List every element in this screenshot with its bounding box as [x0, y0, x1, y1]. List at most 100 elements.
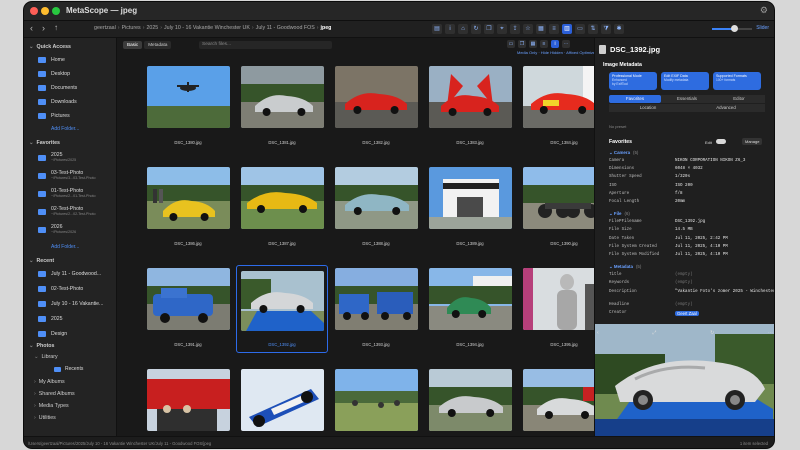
search-input[interactable]: Search files... — [199, 41, 332, 49]
sidebar-toggle-icon[interactable]: ▤ — [432, 24, 442, 34]
sort-icon[interactable]: ⇅ — [588, 24, 598, 34]
settings-icon[interactable]: ✱ — [614, 24, 624, 34]
sidebar-item-recents[interactable]: Recents — [54, 366, 83, 372]
thumbnail-image[interactable] — [429, 268, 512, 330]
gear-icon[interactable]: ⚙ — [760, 5, 768, 16]
metadata-value[interactable]: 1/320s — [675, 175, 690, 179]
info-icon[interactable]: i — [445, 24, 455, 34]
professional-mode-card[interactable]: Professional Mode Enhanced by ExifTool — [609, 72, 657, 90]
metadata-group-header[interactable]: ⌄ Metadata (5) — [609, 264, 641, 270]
thumbnail-image[interactable] — [335, 268, 418, 330]
metadata-value[interactable]: DSC_1392.jpg — [675, 220, 705, 224]
thumbnail-cell[interactable]: DSC_1393.jpg — [332, 267, 420, 353]
thumbnail-cell[interactable]: DSC_1387.jpg — [238, 166, 326, 252]
breadcrumb-item[interactable]: July 11 - Goodwood FOS — [256, 25, 315, 31]
thumbnail-image[interactable] — [335, 167, 418, 229]
column-view-icon[interactable]: ▥ — [562, 24, 572, 34]
sidebar-item-recent[interactable]: Design — [38, 328, 112, 340]
metadata-value[interactable]: Jul 11, 2025, 2:42 PM — [675, 237, 728, 241]
map-icon[interactable]: ⌖ — [497, 24, 507, 34]
sidebar-item-recent[interactable]: 2025 — [38, 313, 112, 325]
tab-editor[interactable]: Editor — [713, 95, 765, 103]
metadata-value[interactable]: NIKON CORPORATION NIKON Z6_3 — [675, 159, 745, 163]
thumbnail-image[interactable] — [335, 369, 418, 431]
thumbnail-cell[interactable]: DSC_1382.jpg — [332, 65, 420, 151]
thumbnail-cell[interactable]: DSC_1389.jpg — [426, 166, 514, 252]
grid-icon[interactable]: ▦ — [529, 40, 537, 48]
more-icon[interactable]: ⋯ — [562, 40, 570, 48]
tab-essentials[interactable]: Essentials — [661, 95, 713, 103]
breadcrumb-item[interactable]: Pictures — [122, 25, 141, 31]
sidebar-item-favorite[interactable]: 01-Test-Photo ~/Pictures/2...01-Test-Phot… — [38, 188, 112, 200]
manage-button[interactable]: Manage — [742, 138, 763, 145]
minimize-window-button[interactable] — [41, 7, 49, 15]
close-window-button[interactable] — [30, 7, 38, 15]
metadata-value[interactable]: f/8 — [675, 192, 683, 196]
thumbnail-image[interactable] — [335, 66, 418, 128]
photos-group[interactable]: › My Albums — [34, 379, 65, 385]
sidebar-item-recent[interactable]: July 10 - 16 Vakantie... — [38, 298, 112, 310]
metadata-value[interactable]: Jul 11, 2025, 4:10 PM — [675, 245, 728, 249]
sidebar-item-recent[interactable]: 02-Test-Photo — [38, 283, 112, 295]
thumbnail-image[interactable] — [241, 167, 324, 229]
slider-knob[interactable] — [731, 25, 738, 32]
preview-fit-icon[interactable]: ⤢ — [652, 330, 656, 336]
duplicate-icon[interactable]: ❐ — [484, 24, 494, 34]
tag-icon[interactable]: ⌂ — [458, 24, 468, 34]
add-folder-button[interactable]: Add Folder... — [51, 126, 79, 132]
metadata-value[interactable]: Jul 11, 2025, 4:10 PM — [675, 253, 728, 257]
edit-toggle[interactable] — [716, 139, 726, 144]
thumbnail-cell[interactable]: DSC_1394.jpg — [426, 267, 514, 353]
up-arrow-icon[interactable]: ↑ — [54, 23, 58, 32]
sidebar-item-documents[interactable]: Documents — [38, 82, 112, 94]
sidebar-item-recent[interactable]: July 11 - Goodwood... — [38, 268, 112, 280]
breadcrumb-item[interactable]: 2025 — [146, 25, 158, 31]
folder-icon[interactable]: ▭ — [507, 40, 515, 48]
zoom-label[interactable]: Slider — [756, 25, 769, 31]
sidebar-item-desktop[interactable]: Desktop — [38, 68, 112, 80]
info-icon[interactable]: i — [551, 40, 559, 48]
metadata-value[interactable]: 20mm — [675, 200, 685, 204]
sidebar-item-pictures[interactable]: Pictures — [38, 110, 112, 122]
tab-advanced[interactable]: Advanced — [687, 104, 765, 112]
thumbnail-image[interactable] — [147, 66, 230, 128]
breadcrumb-item[interactable]: geertzaal — [94, 25, 116, 31]
preview-more-icon[interactable]: ⋯ — [768, 330, 773, 336]
photos-library[interactable]: ⌄ Library — [34, 354, 58, 360]
forward-arrow-icon[interactable]: › — [42, 23, 45, 33]
preview-rotate-icon[interactable]: ↻ — [710, 330, 714, 336]
section-favorites[interactable]: ⌄ Favorites — [29, 140, 60, 146]
rotate-icon[interactable]: ↻ — [471, 24, 481, 34]
supported-formats-card[interactable]: Supported Formats 100+ formats — [713, 72, 761, 90]
photos-group[interactable]: › Shared Albums — [34, 391, 75, 397]
metadata-value[interactable]: (empty) — [675, 281, 693, 285]
metadata-value[interactable]: (empty) — [675, 303, 693, 307]
photos-group[interactable]: › Media Types — [34, 403, 69, 409]
tab-location[interactable]: Location — [609, 104, 687, 112]
gallery-view-icon[interactable]: ▭ — [575, 24, 585, 34]
section-quick-access[interactable]: ⌄ Quick Access — [29, 44, 71, 50]
sidebar-item-favorite[interactable]: 2026 ~/Pictures/2026 — [38, 224, 112, 236]
breadcrumb-current[interactable]: jpeg — [321, 25, 332, 31]
photos-group[interactable]: › Utilities — [34, 415, 56, 421]
tab-favorites[interactable]: Favorites — [609, 95, 661, 103]
section-photos[interactable]: ⌄ Photos — [29, 343, 54, 349]
metadata-value[interactable]: ISO 200 — [675, 184, 693, 188]
thumbnail-size-slider[interactable] — [712, 25, 752, 32]
grid-view-icon[interactable]: ▦ — [536, 24, 546, 34]
sidebar-item-favorite[interactable]: 03-Test-Photo ~/Pictures/3...03-Test-Phot… — [38, 170, 112, 182]
list-icon[interactable]: ≡ — [540, 40, 548, 48]
thumbnail-image[interactable] — [147, 369, 230, 431]
thumbnail-cell[interactable]: DSC_1392.jpg — [236, 265, 328, 353]
sidebar-item-home[interactable]: Home — [38, 54, 112, 66]
filter-icon[interactable]: ⧩ — [601, 24, 611, 34]
thumbnail-cell[interactable]: DSC_1381.jpg — [238, 65, 326, 151]
thumbnail-cell[interactable]: DSC_1383.jpg — [426, 65, 514, 151]
metadata-value[interactable]: 6048 × 4032 — [675, 167, 703, 171]
thumbnail-cell[interactable]: DSC_1386.jpg — [144, 166, 232, 252]
tab-basic[interactable]: Basic — [123, 41, 143, 49]
sidebar-item-favorite[interactable]: 2025 ~/Pictures/2025 — [38, 152, 112, 164]
add-favorite-button[interactable]: Add Folder... — [51, 244, 79, 250]
thumbnail-image[interactable] — [429, 66, 512, 128]
preview-back-icon[interactable]: ‹ — [597, 330, 599, 336]
